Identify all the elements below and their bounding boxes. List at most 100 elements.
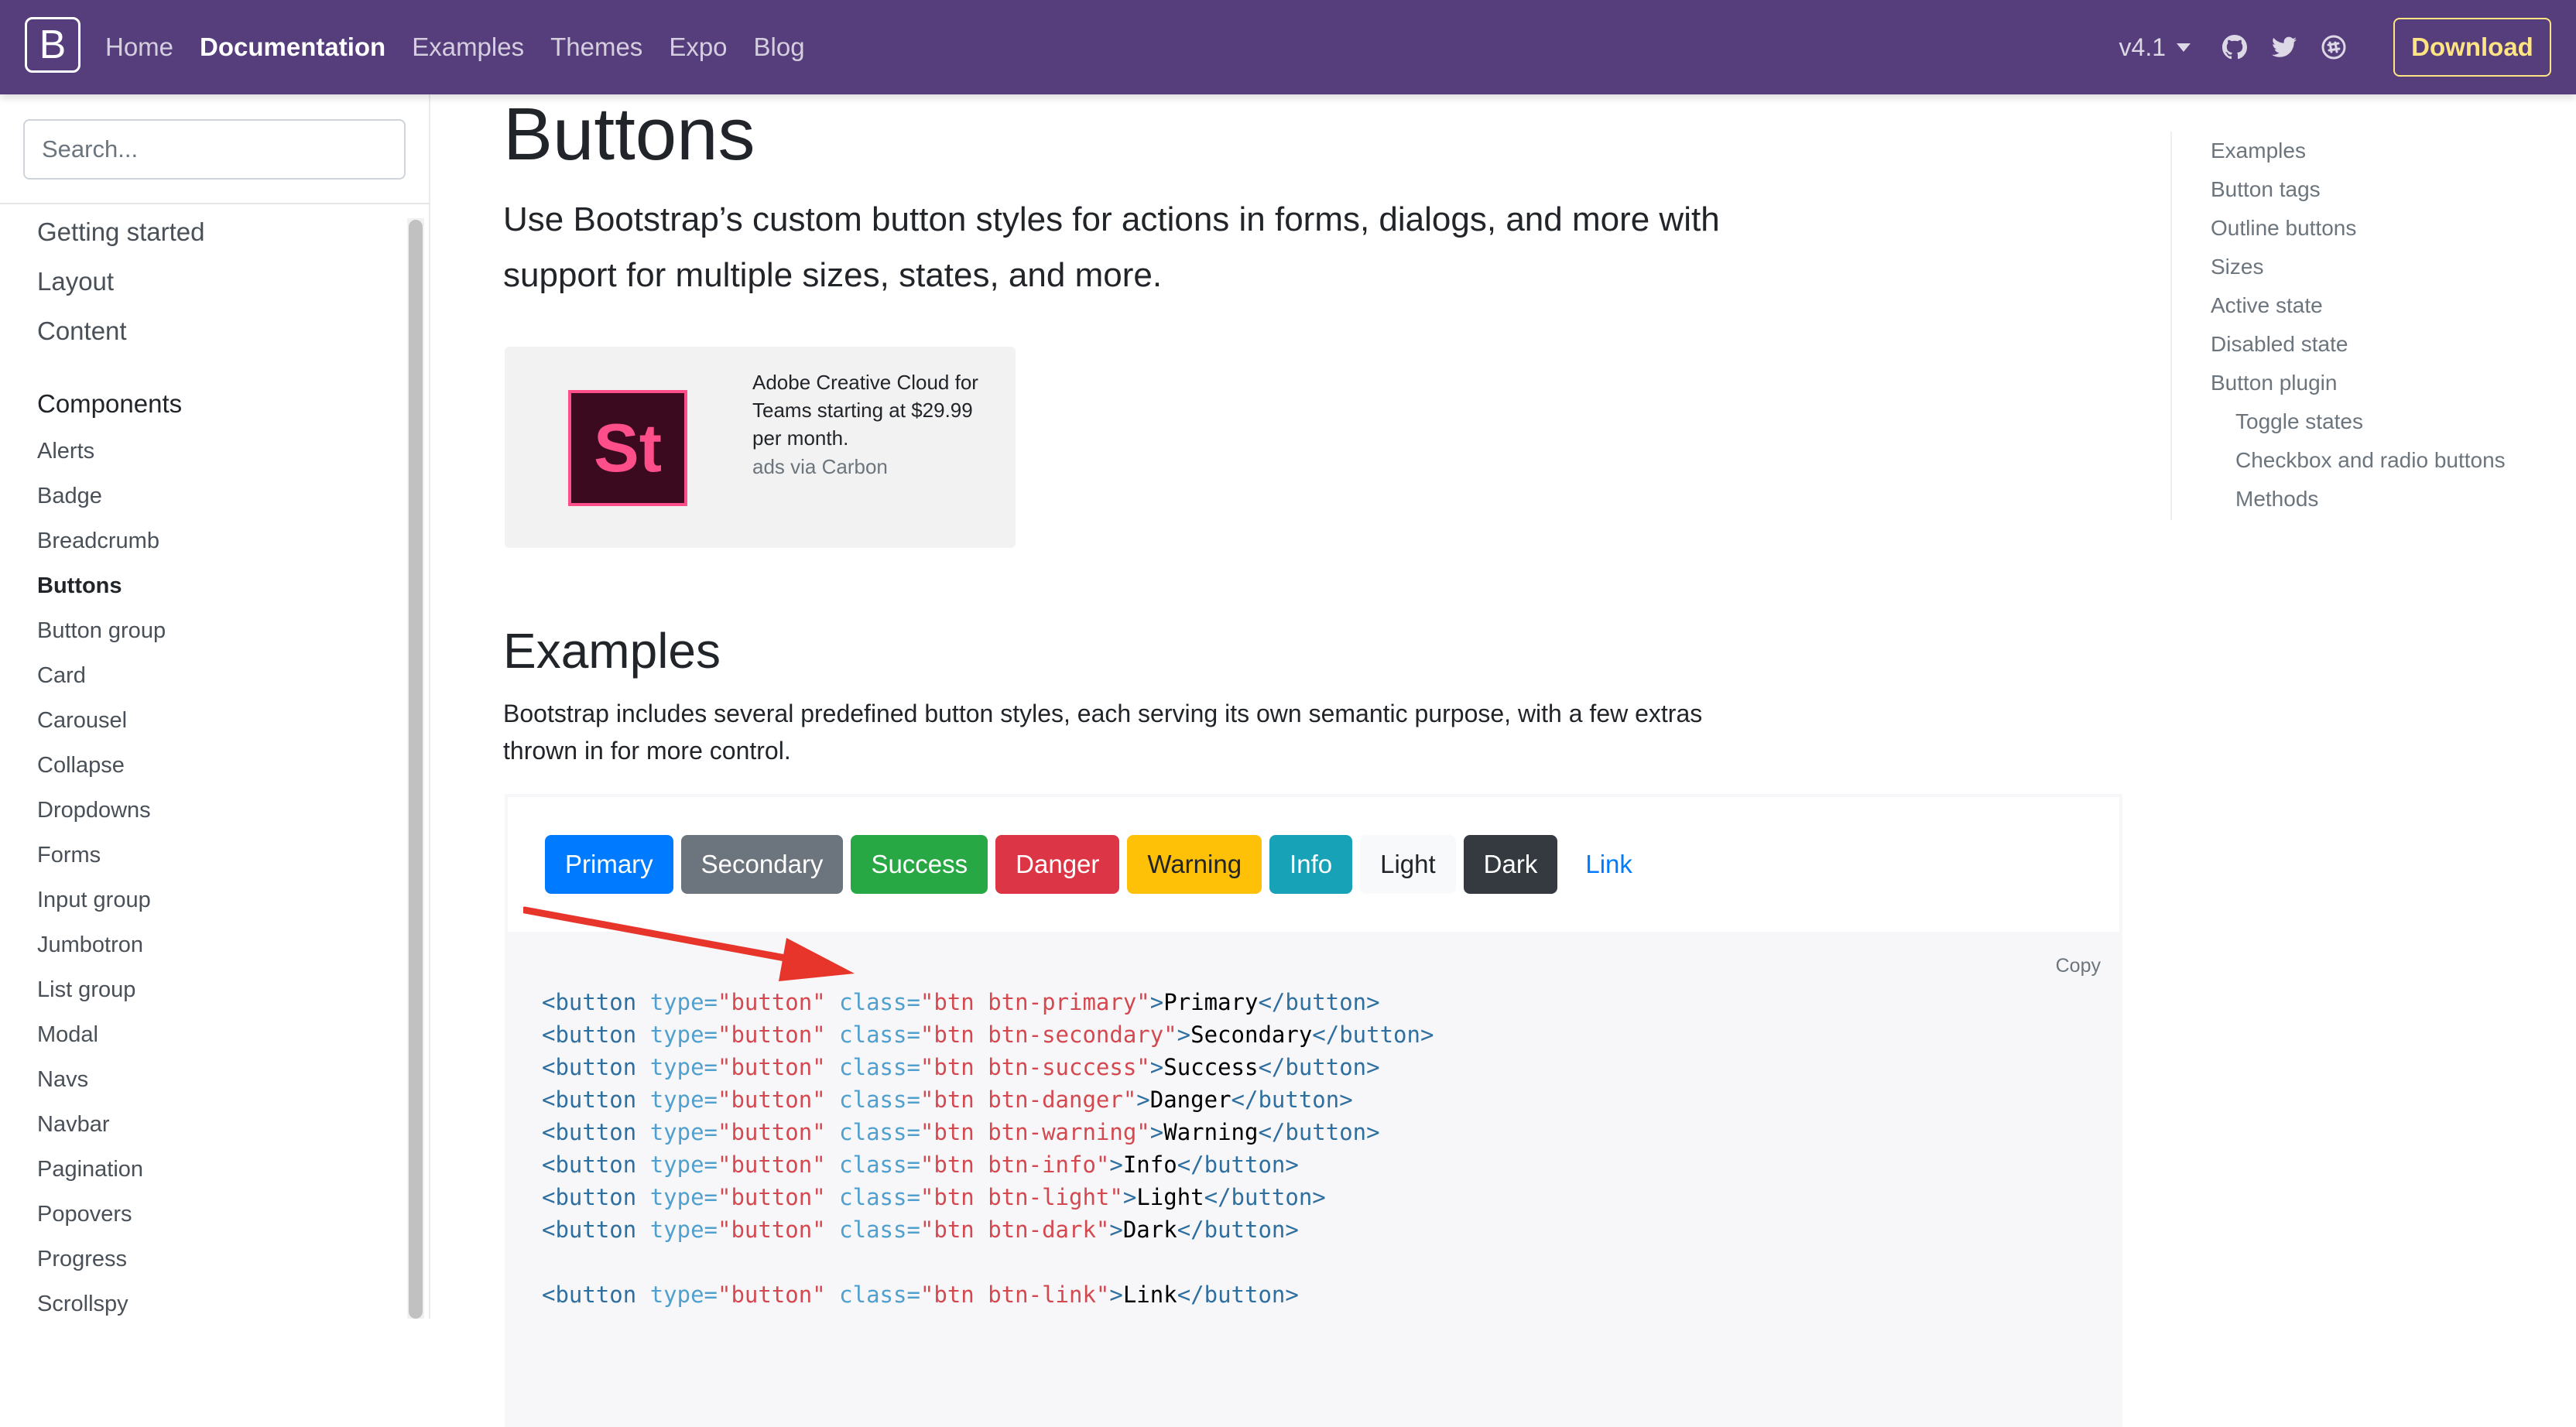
docs-nav: Getting started Layout Content Components Al… bbox=[0, 204, 402, 1326]
code-snippet: Copy <button type="button" class="btn bt… bbox=[505, 932, 2122, 1427]
left-sidebar: Getting startedLayoutContent ComponentsAl… bbox=[0, 94, 430, 1319]
ad-text[interactable]: Adobe Creative Cloud for Teams starting … bbox=[752, 368, 1000, 452]
sidebar-item-navs[interactable]: Navs bbox=[0, 1057, 402, 1102]
sidebar-item-modal[interactable]: Modal bbox=[0, 1012, 402, 1057]
version-dropdown[interactable]: v4.1 bbox=[2119, 33, 2191, 62]
success-button[interactable]: Success bbox=[851, 835, 988, 894]
code-line: <button type="button" class="btn btn-sec… bbox=[542, 1021, 1434, 1048]
toc-item-button-tags[interactable]: Button tags bbox=[2211, 170, 2557, 209]
top-navbar: B Home Documentation Examples Themes Expo Blo… bbox=[0, 0, 2576, 94]
code-class: btn btn-link bbox=[933, 1282, 1096, 1308]
code-line: <button type="button" class="btn btn-suc… bbox=[542, 1054, 1380, 1080]
code-class: btn btn-dark bbox=[933, 1217, 1096, 1243]
toc-item-button-plugin[interactable]: Button plugin bbox=[2211, 364, 2557, 402]
toc-item-checkbox-and-radio-buttons[interactable]: Checkbox and radio buttons bbox=[2211, 441, 2557, 480]
sidebar-group-components[interactable]: Components bbox=[0, 379, 402, 429]
page-lead: Use Bootstrap’s custom button styles for… bbox=[503, 200, 1720, 294]
code-block: <button type="button" class="btn btn-pri… bbox=[542, 986, 1434, 1311]
toc-item-disabled-state[interactable]: Disabled state bbox=[2211, 325, 2557, 364]
code-line: <button type="button" class="btn btn-dar… bbox=[542, 1217, 1299, 1243]
toc-item-methods[interactable]: Methods bbox=[2211, 480, 2557, 518]
code-class: btn btn-warning bbox=[933, 1119, 1137, 1145]
code-line: <button type="button" class="btn btn-war… bbox=[542, 1119, 1380, 1145]
code-text: Secondary bbox=[1190, 1021, 1313, 1048]
info-button[interactable]: Info bbox=[1269, 835, 1353, 894]
download-button[interactable]: Download bbox=[2393, 18, 2551, 77]
sidebar-item-navbar[interactable]: Navbar bbox=[0, 1102, 402, 1147]
toc-item-outline-buttons[interactable]: Outline buttons bbox=[2211, 209, 2557, 248]
nav-link-expo[interactable]: Expo bbox=[669, 33, 727, 62]
sidebar-item-jumbotron[interactable]: Jumbotron bbox=[0, 922, 402, 967]
twitter-icon[interactable] bbox=[2271, 34, 2297, 60]
sidebar-item-list-group[interactable]: List group bbox=[0, 967, 402, 1012]
examples-description: Bootstrap includes several predefined bu… bbox=[503, 700, 1703, 765]
sidebar-item-collapse[interactable]: Collapse bbox=[0, 743, 402, 788]
sidebar-item-button-group[interactable]: Button group bbox=[0, 608, 402, 653]
code-class: btn btn-light bbox=[933, 1184, 1110, 1210]
search-input[interactable] bbox=[23, 119, 406, 180]
toc-item-sizes[interactable]: Sizes bbox=[2211, 248, 2557, 286]
sidebar-item-scrollspy[interactable]: Scrollspy bbox=[0, 1282, 402, 1326]
code-class: btn btn-danger bbox=[933, 1087, 1123, 1113]
main-nav: Home Documentation Examples Themes Expo Blog bbox=[105, 0, 831, 94]
annotation-arrow-icon bbox=[523, 906, 855, 981]
sidebar-item-dropdowns[interactable]: Dropdowns bbox=[0, 788, 402, 833]
code-text: Dark bbox=[1122, 1217, 1177, 1243]
sidebar-item-buttons[interactable]: Buttons bbox=[0, 563, 402, 608]
toc-item-active-state[interactable]: Active state bbox=[2211, 286, 2557, 325]
slack-icon[interactable] bbox=[2321, 34, 2347, 60]
sidebar-item-getting-started[interactable]: Getting started bbox=[0, 207, 402, 257]
carbon-ad[interactable]: St Adobe Creative Cloud for Teams starti… bbox=[505, 347, 1016, 548]
nav-link-blog[interactable]: Blog bbox=[754, 33, 805, 62]
sidebar-item-forms[interactable]: Forms bbox=[0, 833, 402, 878]
secondary-button[interactable]: Secondary bbox=[680, 835, 844, 894]
code-class: btn btn-secondary bbox=[933, 1021, 1164, 1048]
page-toc: Examples Button tags Outline buttons Sizes A… bbox=[2170, 132, 2557, 520]
danger-button[interactable]: Danger bbox=[995, 835, 1120, 894]
code-text: Success bbox=[1163, 1054, 1259, 1080]
nav-link-documentation[interactable]: Documentation bbox=[200, 33, 385, 62]
code-class: btn btn-success bbox=[933, 1054, 1137, 1080]
search-area bbox=[0, 94, 429, 204]
ads-via-carbon-link[interactable]: ads via Carbon bbox=[752, 455, 888, 479]
toc-item-examples[interactable]: Examples bbox=[2211, 132, 2557, 170]
navbar-right: v4.1 Download bbox=[2119, 0, 2576, 94]
sidebar-scrollbar-thumb[interactable] bbox=[409, 220, 423, 1319]
version-label: v4.1 bbox=[2119, 33, 2166, 61]
sidebar-item-layout[interactable]: Layout bbox=[0, 257, 402, 306]
adobe-stock-logo[interactable]: St bbox=[568, 390, 687, 506]
code-line: <button type="button" class="btn btn-pri… bbox=[542, 989, 1380, 1015]
link-button[interactable]: Link bbox=[1565, 835, 1653, 894]
sidebar-item-alerts[interactable]: Alerts bbox=[0, 429, 402, 474]
code-text: Light bbox=[1136, 1184, 1204, 1210]
sidebar-item-card[interactable]: Card bbox=[0, 653, 402, 698]
bootstrap-logo[interactable]: B bbox=[25, 17, 80, 73]
github-icon[interactable] bbox=[2221, 34, 2248, 60]
nav-link-examples[interactable]: Examples bbox=[412, 33, 524, 62]
code-text: Primary bbox=[1163, 989, 1259, 1015]
sidebar-item-popovers[interactable]: Popovers bbox=[0, 1192, 402, 1237]
code-text: Warning bbox=[1163, 1119, 1259, 1145]
dark-button[interactable]: Dark bbox=[1463, 835, 1558, 894]
warning-button[interactable]: Warning bbox=[1127, 835, 1262, 894]
copy-button[interactable]: Copy bbox=[2056, 955, 2101, 977]
code-line: <button type="button" class="btn btn-lin… bbox=[542, 1282, 1299, 1308]
code-text: Info bbox=[1122, 1152, 1177, 1178]
sidebar-item-pagination[interactable]: Pagination bbox=[0, 1147, 402, 1192]
code-class: btn btn-info bbox=[933, 1152, 1096, 1178]
primary-button[interactable]: Primary bbox=[545, 835, 673, 894]
sidebar-item-breadcrumb[interactable]: Breadcrumb bbox=[0, 518, 402, 563]
code-text: Link bbox=[1122, 1282, 1177, 1308]
code-line: <button type="button" class="btn btn-inf… bbox=[542, 1152, 1299, 1178]
sidebar-item-content[interactable]: Content bbox=[0, 306, 402, 356]
code-class: btn btn-primary bbox=[933, 989, 1137, 1015]
toc-item-toggle-states[interactable]: Toggle states bbox=[2211, 402, 2557, 441]
sidebar-item-badge[interactable]: Badge bbox=[0, 474, 402, 518]
light-button[interactable]: Light bbox=[1360, 835, 1456, 894]
nav-link-themes[interactable]: Themes bbox=[550, 33, 642, 62]
sidebar-item-progress[interactable]: Progress bbox=[0, 1237, 402, 1282]
sidebar-item-input-group[interactable]: Input group bbox=[0, 878, 402, 922]
sidebar-item-carousel[interactable]: Carousel bbox=[0, 698, 402, 743]
nav-link-home[interactable]: Home bbox=[105, 33, 173, 62]
